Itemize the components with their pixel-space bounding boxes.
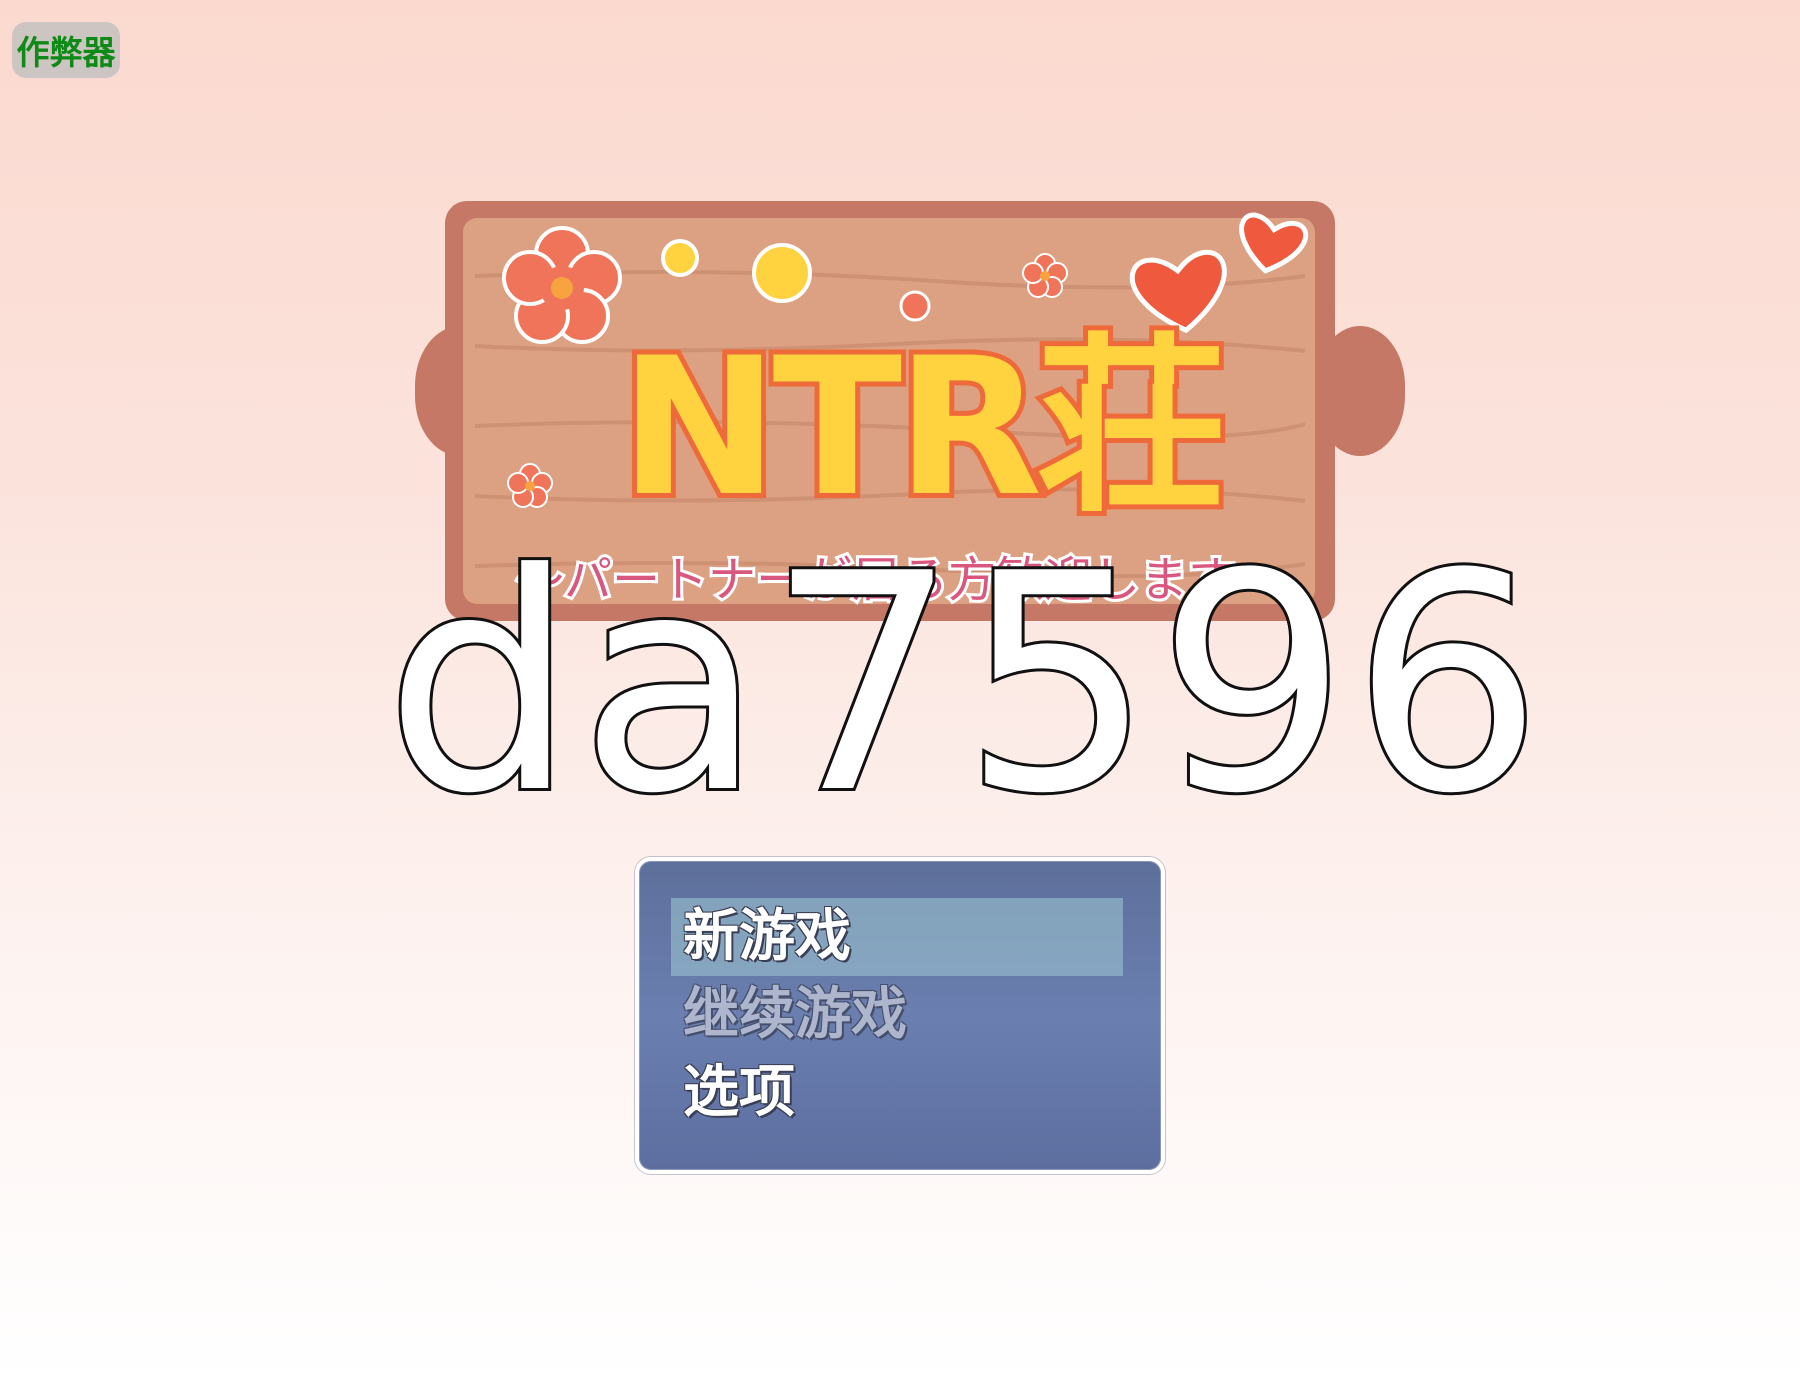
cheat-button[interactable]: 作弊器 xyxy=(12,22,120,78)
dot-icon xyxy=(661,239,699,277)
menu-item-continue[interactable]: 继续游戏 xyxy=(671,976,1123,1054)
menu-item-options[interactable]: 选项 xyxy=(671,1054,1123,1132)
watermark-text: da7596 xyxy=(382,510,1547,859)
title-menu: 新游戏 继续游戏 选项 xyxy=(635,857,1165,1174)
menu-item-new-game[interactable]: 新游戏 xyxy=(671,898,1123,976)
cheat-button-label: 作弊器 xyxy=(16,33,116,72)
dot-icon xyxy=(899,290,931,322)
dot-icon xyxy=(752,243,812,303)
